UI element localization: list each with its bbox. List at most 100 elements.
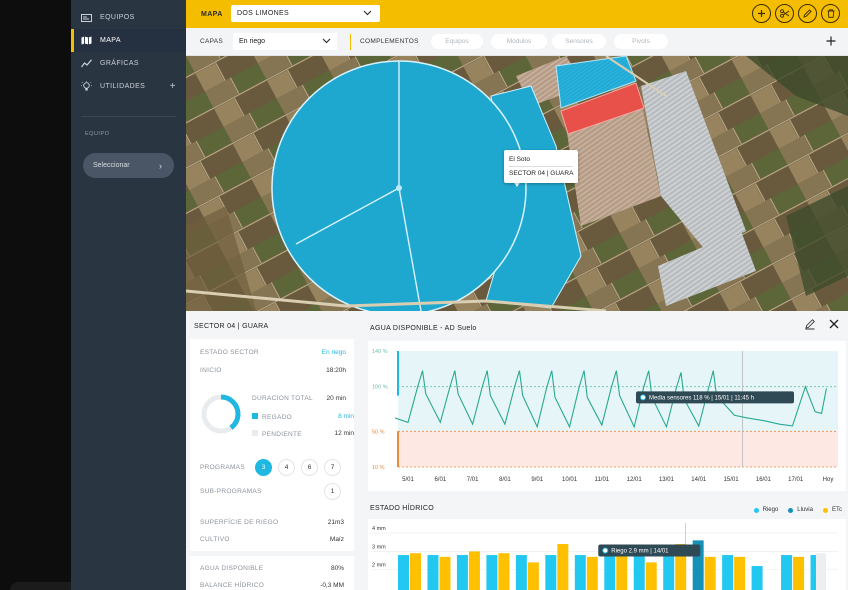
- cultivo-row: CULTIVO Maíz: [200, 536, 344, 543]
- programa-button[interactable]: 7: [324, 459, 341, 476]
- superficie-label: SUPERFÍCIE DE RIEGO: [200, 519, 279, 526]
- sidebar-item-mapa[interactable]: MAPA: [71, 29, 186, 52]
- complementos-label: COMPLEMENTOS: [360, 38, 419, 45]
- legend-label: Lluvia: [797, 507, 813, 513]
- estado-chart-card: 4 mm 3 mm 2 mm Riego 2.9 mm | 14/01: [368, 519, 846, 590]
- x-tick-label: 17/01: [788, 477, 804, 483]
- duracion-row: DURACION TOTAL 20 min: [252, 395, 346, 402]
- pendiente-key: PENDIENTE: [252, 430, 302, 438]
- x-tick-label: 11/01: [595, 477, 610, 483]
- y-tick-label: 4 mm: [372, 526, 386, 532]
- close-panel-button[interactable]: [828, 317, 840, 335]
- bar-etc: [439, 556, 451, 590]
- estado-hidrico-chart[interactable]: 4 mm 3 mm 2 mm Riego 2.9 mm | 14/01: [368, 519, 846, 590]
- equipo-select-button[interactable]: Seleccionar ›: [83, 153, 174, 178]
- bar-riego: [427, 555, 439, 590]
- x-tick-label: 5/01: [402, 477, 414, 483]
- bar-riego: [663, 555, 675, 590]
- deficit-band: [398, 431, 838, 467]
- bar-riego: [398, 555, 409, 590]
- legend-etc: ETc: [822, 507, 842, 513]
- balance-label: BALANCE HÍDRICO: [200, 582, 265, 589]
- chart-line-icon: [81, 59, 92, 68]
- legend-lluvia: Lluvia: [788, 507, 813, 513]
- window-edge: [0, 0, 71, 590]
- delete-button[interactable]: [821, 4, 840, 23]
- x-tick-label: 15/01: [724, 477, 740, 483]
- inicio-label: INICIO: [200, 367, 222, 374]
- x-tick-label: 10/01: [562, 477, 578, 483]
- programas-label: PROGRAMAS: [200, 464, 245, 471]
- agua-disponible-chart[interactable]: 140 % 100 % 50 % 10 % 5/01 6/01 7/01 8/01 9/01 10…: [368, 341, 846, 491]
- legend-label: Riego: [762, 507, 779, 513]
- layers-bar: CAPAS En riego COMPLEMENTOS Equipos Módu…: [186, 28, 848, 56]
- subprograma-button[interactable]: 1: [324, 483, 341, 500]
- sidebar-item-label: GRÁFICAS: [100, 60, 139, 67]
- farm-dropdown[interactable]: DOS LIMONES: [231, 5, 380, 22]
- balance-value: -0,3 MM: [320, 582, 344, 589]
- bar-riego: [722, 555, 734, 590]
- programa-button[interactable]: 6: [301, 459, 318, 476]
- regado-swatch: [252, 413, 258, 419]
- toolbar-title: MAPA: [201, 10, 223, 18]
- bar-etc: [527, 562, 539, 590]
- toggle-equipos[interactable]: Equipos: [431, 34, 483, 49]
- trash-icon: [827, 9, 834, 18]
- y-tick-label: 10 %: [372, 465, 385, 471]
- bar-etc: [410, 553, 421, 590]
- estado-row: ESTADO SECTOR En riego: [200, 349, 346, 356]
- cut-button[interactable]: [775, 4, 794, 23]
- bar-etc: [793, 556, 805, 590]
- satellite-map[interactable]: El Soto SECTOR 04 | GUARA: [186, 56, 848, 311]
- optimal-band: [398, 351, 838, 432]
- programa-button[interactable]: 4: [278, 459, 295, 476]
- edit-button[interactable]: [798, 4, 817, 23]
- subprogramas-label: SUB-PROGRAMAS: [200, 488, 262, 495]
- sidebar-item-equipos[interactable]: EQUIPOS: [71, 6, 186, 29]
- pencil-icon: [805, 319, 815, 330]
- legend-dot: [753, 507, 759, 513]
- agua-value: 80%: [330, 565, 344, 572]
- agua-row: AGUA DISPONIBLE 80%: [200, 565, 344, 572]
- toggle-pivots[interactable]: Pivots: [614, 34, 668, 49]
- bar-etc: [498, 553, 510, 590]
- programa-button[interactable]: 3: [255, 459, 272, 476]
- select-button-label: Seleccionar: [93, 162, 130, 169]
- add-button[interactable]: [752, 4, 771, 23]
- bar-riego: [545, 555, 557, 590]
- bar-etc: [704, 556, 716, 590]
- edit-sector-button[interactable]: [804, 317, 816, 335]
- add-layer-button[interactable]: [826, 33, 836, 49]
- toggle-modulos[interactable]: Módulos: [491, 34, 547, 49]
- x-tick-label: 16/01: [756, 477, 772, 483]
- field-info-card: [190, 511, 354, 551]
- legend-riego: Riego: [753, 507, 779, 513]
- plus-icon: [826, 36, 836, 46]
- regado-value: 8 min: [338, 413, 354, 420]
- toggle-sensores[interactable]: Sensores: [552, 34, 606, 49]
- bar-riego: [515, 555, 527, 590]
- capas-dropdown[interactable]: En riego: [233, 33, 337, 50]
- sidebar-item-graficas[interactable]: GRÁFICAS: [71, 52, 186, 75]
- tooltip-sector: SECTOR 04 | GUARA: [509, 170, 574, 177]
- map-canvas: [186, 56, 848, 311]
- charts-panel: AGUA DISPONIBLE - AD Suelo 140 % 100 % 50 …: [362, 311, 848, 590]
- tooltip-text: Media sensores 118 % | 15/01 | 11:45 h: [649, 395, 754, 401]
- sidebar-item-utilidades[interactable]: UTILIDADES +: [71, 75, 186, 98]
- top-toolbar: MAPA DOS LIMONES: [186, 0, 848, 28]
- chevron-right-icon: ›: [159, 160, 162, 171]
- inicio-value: 18:20h: [326, 367, 346, 374]
- regado-row: REGADO 8 min: [252, 413, 354, 421]
- y-tick-label: 140 %: [372, 349, 388, 355]
- agua-label: AGUA DISPONIBLE: [200, 565, 264, 572]
- sector-tooltip[interactable]: El Soto SECTOR 04 | GUARA: [504, 150, 579, 183]
- toolbar-actions: [752, 4, 840, 23]
- tooltip-marker: [602, 547, 609, 554]
- cultivo-value: Maíz: [329, 536, 344, 543]
- chevron-down-icon: [363, 8, 372, 18]
- bar-riego: [781, 555, 793, 590]
- window-corner: [10, 582, 71, 590]
- add-utility-icon[interactable]: +: [170, 81, 176, 92]
- bar-placeholder: [816, 553, 826, 590]
- capas-label: CAPAS: [200, 38, 224, 45]
